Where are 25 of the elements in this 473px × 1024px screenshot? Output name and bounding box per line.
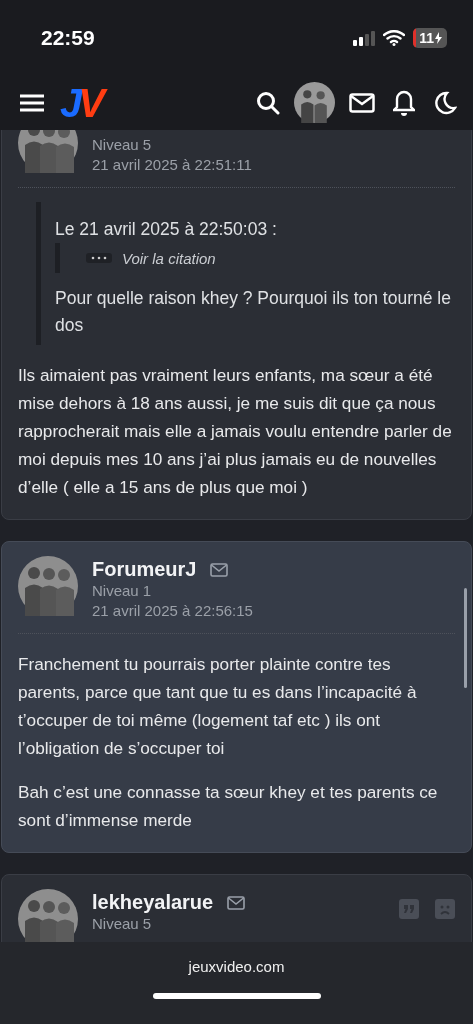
user-level: Niveau 5	[92, 135, 152, 155]
url-label[interactable]: jeuxvideo.com	[188, 958, 285, 975]
scrollbar[interactable]	[464, 588, 467, 688]
post-text: Franchement tu pourrais porter plainte contre tes parents, parce que tant que tu es dans l’incapacité à t’occuper de toi même (logement taf etc ) ils ont l’obligation de s’occuper toi	[18, 653, 418, 760]
battery-indicator: 11	[413, 27, 447, 48]
ellipsis-icon	[90, 256, 108, 260]
wifi-icon	[383, 29, 406, 46]
moon-icon[interactable]	[433, 90, 457, 115]
quoted-text: Pour quelle raison khey ? Pourquoi ils ton tourné le dos	[55, 287, 452, 337]
post-date[interactable]: 21 avril 2025 à 22:51:11	[92, 155, 252, 175]
post-text: Bah c’est une connasse ta sœur khey et tes parents ce sont d’immense merde	[18, 781, 439, 832]
post-date[interactable]: 21 avril 2025 à 22:56:15	[92, 601, 253, 621]
clock-time: 22:59	[41, 25, 95, 50]
quote-header: Le 21 avril 2025 à 22:50:03 :	[55, 218, 278, 241]
bell-icon[interactable]	[393, 89, 415, 116]
user-level: Niveau 1	[92, 581, 152, 601]
signal-icon	[353, 29, 376, 46]
show-quote-link[interactable]: Voir la citation	[122, 249, 216, 267]
author-name[interactable]: lekheyalarue	[92, 891, 214, 914]
search-icon[interactable]	[256, 90, 280, 115]
user-level: Niveau 5	[92, 914, 152, 934]
expand-quote-button[interactable]	[86, 253, 112, 263]
menu-icon[interactable]	[20, 93, 44, 112]
post-text: Ils aimaient pas vraiment leurs enfants, ma sœur a été mise dehors à 18 ans aussi, je me suis dit que ça nous rapprocherait mais elle a jamais voulu entendre parler de moi depuis mes 10 ans j’ai plus jamais eu de nouvelles d’elle ( elle a 15 ans de plus que moi )	[18, 364, 453, 499]
author-name[interactable]: ForumeurJ	[92, 558, 197, 581]
